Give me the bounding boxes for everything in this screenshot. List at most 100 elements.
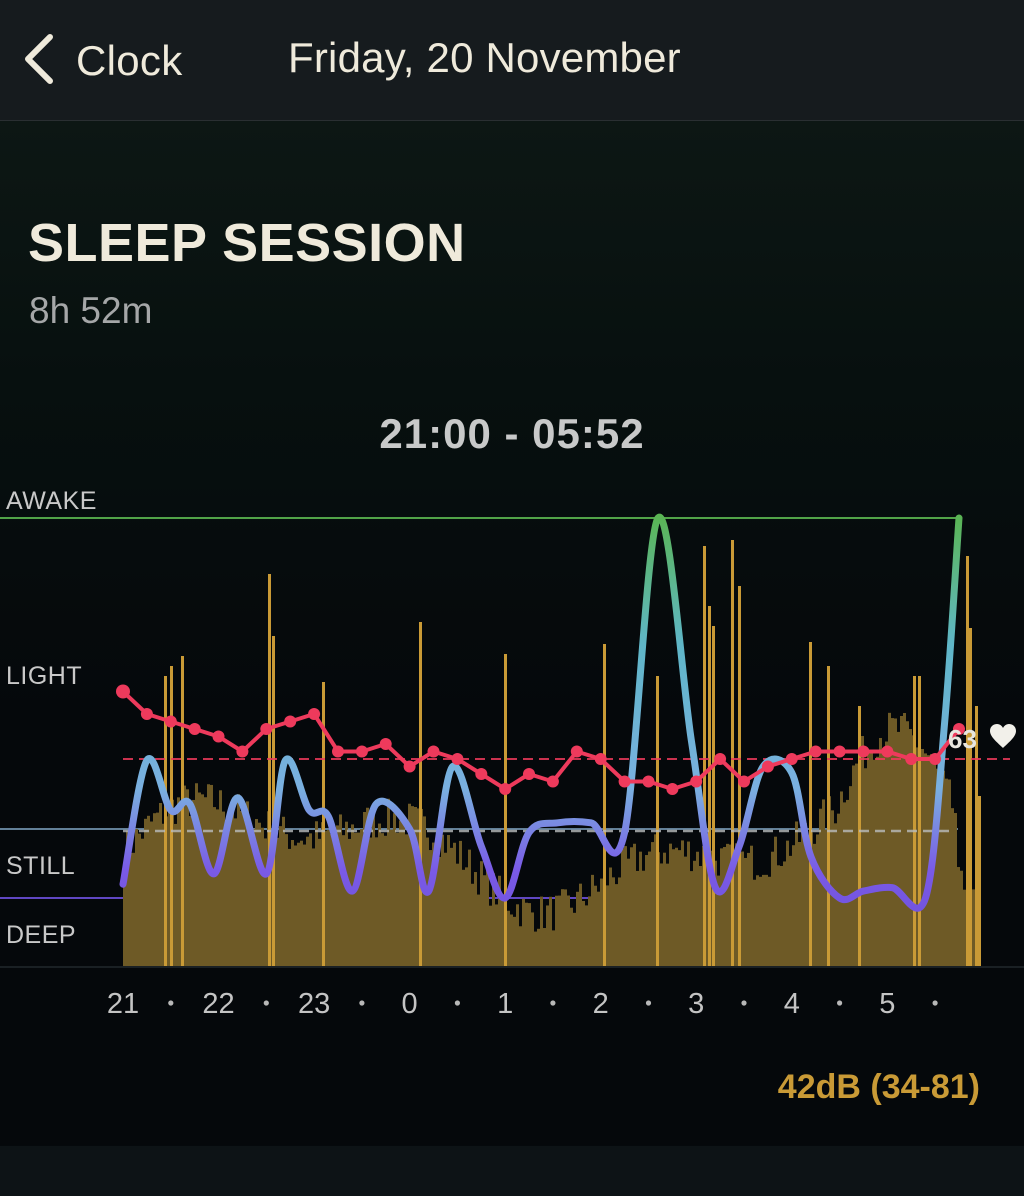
noise-bar xyxy=(345,821,348,966)
heart-rate-point xyxy=(642,775,655,788)
footer-bar xyxy=(0,1146,1024,1196)
noise-bar xyxy=(675,847,678,966)
noise-bar xyxy=(630,847,633,966)
noise-bar xyxy=(531,912,534,966)
heart-rate-point xyxy=(666,783,679,795)
stage-label-light: LIGHT xyxy=(6,662,82,690)
noise-bar xyxy=(405,834,408,966)
noise-bar xyxy=(951,808,954,966)
noise-bar xyxy=(477,894,480,966)
noise-bar xyxy=(330,834,333,966)
heart-rate-point xyxy=(785,753,798,765)
heart-rate-point xyxy=(188,723,201,735)
noise-bar xyxy=(741,851,744,966)
noise-spike xyxy=(268,574,271,966)
noise-bar xyxy=(726,843,729,966)
heart-icon xyxy=(990,724,1016,748)
noise-bar xyxy=(753,879,756,966)
noise-bar xyxy=(501,894,504,966)
noise-bar xyxy=(759,876,762,966)
noise-bar xyxy=(522,898,525,966)
heart-rate-point xyxy=(570,745,583,758)
noise-bar xyxy=(756,875,759,966)
noise-bar xyxy=(354,832,357,966)
noise-bar xyxy=(555,895,558,966)
noise-bar xyxy=(600,878,603,966)
noise-bar xyxy=(687,841,690,966)
noise-spike xyxy=(656,676,659,966)
sleep-chart[interactable]: AWAKELIGHTSTILLDEEP6321 22 23 0 1 2 3 4 5 xyxy=(0,0,1024,1040)
noise-bar xyxy=(777,865,780,966)
x-tick-separator xyxy=(741,1000,747,1006)
x-tick-separator xyxy=(837,1000,843,1006)
noise-bar xyxy=(528,903,531,966)
heart-rate-point xyxy=(451,753,464,765)
noise-spike xyxy=(703,546,706,966)
noise-spike xyxy=(966,556,969,966)
noise-bar xyxy=(507,910,510,966)
noise-bar xyxy=(747,852,750,966)
x-tick-label: 1 xyxy=(497,988,513,1020)
noise-bar xyxy=(567,895,570,966)
noise-bar xyxy=(204,797,207,966)
noise-bar xyxy=(792,845,795,966)
noise-bar xyxy=(141,838,144,966)
noise-bar xyxy=(618,877,621,966)
noise-bar xyxy=(474,872,477,966)
noise-bar xyxy=(846,799,849,966)
heart-rate-point xyxy=(355,745,368,758)
heart-rate-point xyxy=(881,745,894,758)
noise-bar xyxy=(588,896,591,966)
noise-bar xyxy=(672,849,675,966)
noise-bar xyxy=(597,891,600,966)
noise-bar xyxy=(693,860,696,966)
heart-rate-line xyxy=(121,690,961,791)
noise-bar xyxy=(786,840,789,966)
x-tick-label: 21 xyxy=(107,988,139,1020)
noise-bar xyxy=(447,835,450,966)
noise-bar xyxy=(471,883,474,966)
noise-bar xyxy=(159,802,162,966)
noise-bar xyxy=(870,750,873,966)
noise-bar xyxy=(684,856,687,966)
noise-bar xyxy=(960,870,963,966)
noise-bar xyxy=(129,852,132,966)
noise-bar xyxy=(636,870,639,966)
noise-bar xyxy=(576,891,579,966)
noise-bar xyxy=(897,731,900,966)
noise-spike xyxy=(978,796,981,966)
noise-bar xyxy=(765,874,768,966)
x-tick-separator xyxy=(359,1000,365,1006)
x-tick-separator xyxy=(550,1000,556,1006)
noise-bar xyxy=(867,750,870,966)
noise-bar xyxy=(750,845,753,966)
noise-spike xyxy=(181,656,184,966)
noise-bar xyxy=(954,812,957,966)
noise-bar xyxy=(885,741,888,966)
noise-bar xyxy=(339,814,342,966)
noise-bar xyxy=(534,931,537,966)
noise-bar xyxy=(843,802,846,966)
noise-bar xyxy=(696,851,699,966)
noise-bar xyxy=(963,889,966,966)
noise-bar xyxy=(783,861,786,966)
noise-spike xyxy=(858,706,861,966)
noise-spike xyxy=(827,666,830,966)
x-tick-label: 23 xyxy=(298,988,330,1020)
noise-bar xyxy=(438,856,441,966)
noise-bar xyxy=(585,905,588,966)
noise-bar xyxy=(606,885,609,966)
noise-bar xyxy=(135,828,138,966)
noise-spike xyxy=(731,540,734,966)
noise-bar xyxy=(642,870,645,966)
noise-bar xyxy=(465,867,468,966)
noise-bar xyxy=(378,823,381,966)
noise-bar xyxy=(303,844,306,966)
noise-bar xyxy=(381,833,384,966)
noise-bar xyxy=(426,837,429,966)
noise-bar xyxy=(282,816,285,966)
noise-bar xyxy=(384,835,387,966)
noise-bar xyxy=(309,833,312,966)
noise-bar xyxy=(348,838,351,966)
heart-rate-point xyxy=(905,753,918,765)
